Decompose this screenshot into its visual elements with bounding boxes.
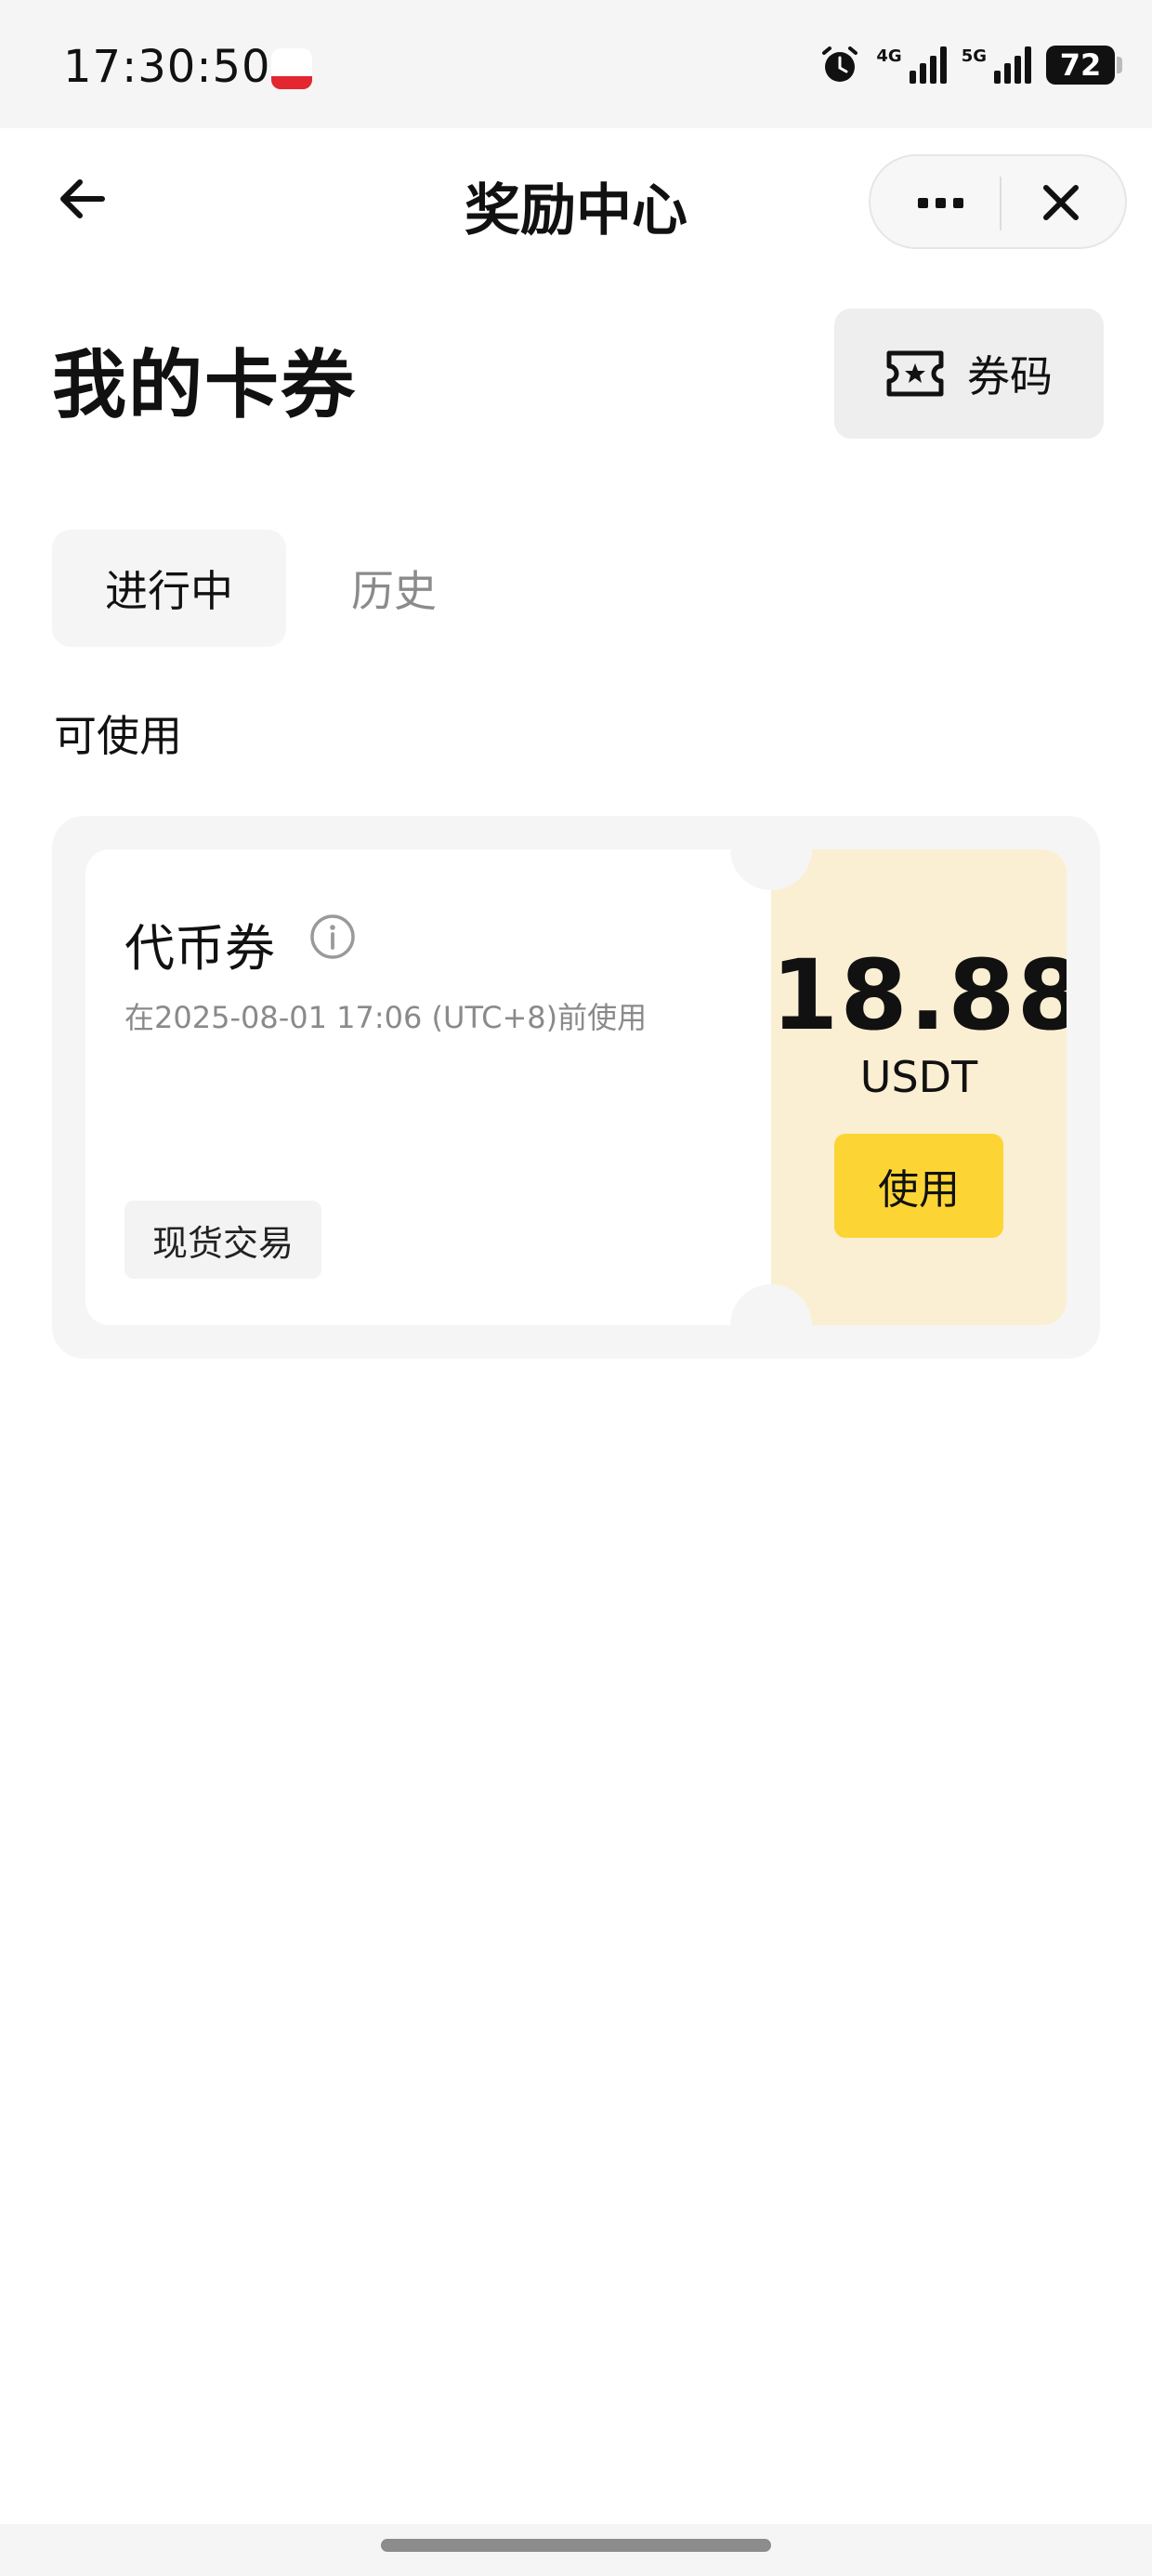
coupon-code-label: 券码	[967, 351, 1053, 401]
ticket-star-icon	[886, 350, 944, 397]
close-button[interactable]	[1019, 175, 1103, 230]
network-label-2: 5G	[961, 46, 987, 66]
tab-ongoing[interactable]: 进行中	[52, 530, 286, 647]
more-icon	[917, 197, 928, 208]
close-icon	[1043, 185, 1079, 220]
voucher-card-container: 代币券 在2025-08-01 17:06 (UTC+8)前使用 现货交易 18…	[52, 816, 1100, 1359]
battery-level: 72	[1059, 47, 1102, 83]
more-button[interactable]	[898, 175, 982, 230]
voucher-name: 代币券	[124, 919, 275, 978]
alarm-icon	[822, 46, 858, 82]
info-icon[interactable]	[308, 913, 357, 961]
capsule-divider	[1000, 177, 1001, 230]
signal-icon: 5G	[962, 46, 1031, 84]
coupon-code-button[interactable]: 券码	[834, 309, 1104, 439]
voucher-amount: 18.88	[771, 939, 1067, 1052]
bottom-bar	[0, 2524, 1152, 2576]
voucher-expiry: 在2025-08-01 17:06 (UTC+8)前使用	[124, 1000, 648, 1035]
use-voucher-button[interactable]: 使用	[834, 1134, 1003, 1238]
section-available-label: 可使用	[54, 711, 182, 761]
home-indicator[interactable]	[381, 2539, 771, 2552]
navbar: 奖励中心	[0, 128, 1152, 277]
voucher-unit: USDT	[859, 1052, 978, 1102]
network-label-1: 4G	[876, 46, 902, 66]
app-notification-icon	[271, 48, 312, 89]
voucher-tag: 现货交易	[124, 1201, 322, 1279]
signal-icon: 4G	[876, 46, 947, 84]
battery-icon: 72	[1046, 46, 1122, 85]
status-bar: 17:30:50 4G 5G 72	[0, 0, 1152, 128]
page-title: 我的卡券	[52, 342, 357, 428]
tab-history[interactable]: 历史	[320, 530, 468, 647]
voucher-card[interactable]: 代币券 在2025-08-01 17:06 (UTC+8)前使用 现货交易 18…	[85, 849, 1067, 1325]
status-time: 17:30:50	[63, 41, 271, 93]
status-icons: 4G 5G 72	[818, 41, 1122, 89]
mini-program-capsule	[869, 154, 1127, 249]
